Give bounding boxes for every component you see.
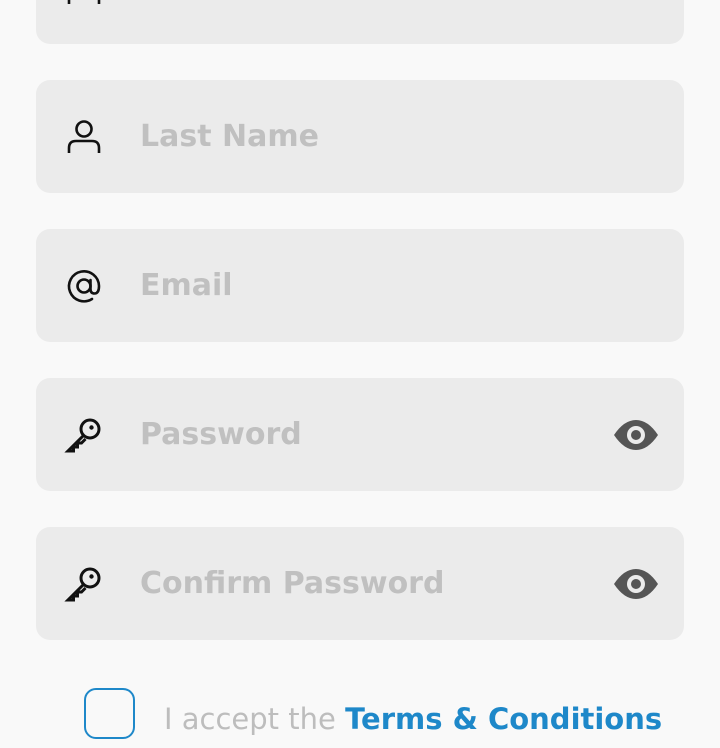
terms-prefix: I accept the (164, 702, 336, 736)
last-name-field[interactable] (36, 80, 684, 193)
key-icon (64, 415, 104, 455)
password-field[interactable] (36, 378, 684, 491)
terms-checkbox[interactable] (84, 688, 135, 739)
email-field[interactable] (36, 229, 684, 342)
eye-icon[interactable] (612, 411, 660, 459)
key-icon (64, 564, 104, 604)
confirm-password-input[interactable] (140, 527, 580, 640)
terms-text: I accept the Terms & Conditions (164, 702, 662, 736)
last-name-input[interactable] (140, 80, 580, 193)
at-sign-icon (64, 266, 104, 306)
eye-icon[interactable] (612, 560, 660, 608)
first-name-input[interactable] (140, 0, 580, 44)
first-name-field[interactable] (36, 0, 684, 44)
email-input[interactable] (140, 229, 580, 342)
user-icon (64, 117, 104, 157)
terms-link[interactable]: Terms & Conditions (345, 702, 662, 736)
user-icon (64, 0, 104, 8)
confirm-password-field[interactable] (36, 527, 684, 640)
password-input[interactable] (140, 378, 580, 491)
terms-row: I accept the Terms & Conditions (84, 688, 704, 748)
